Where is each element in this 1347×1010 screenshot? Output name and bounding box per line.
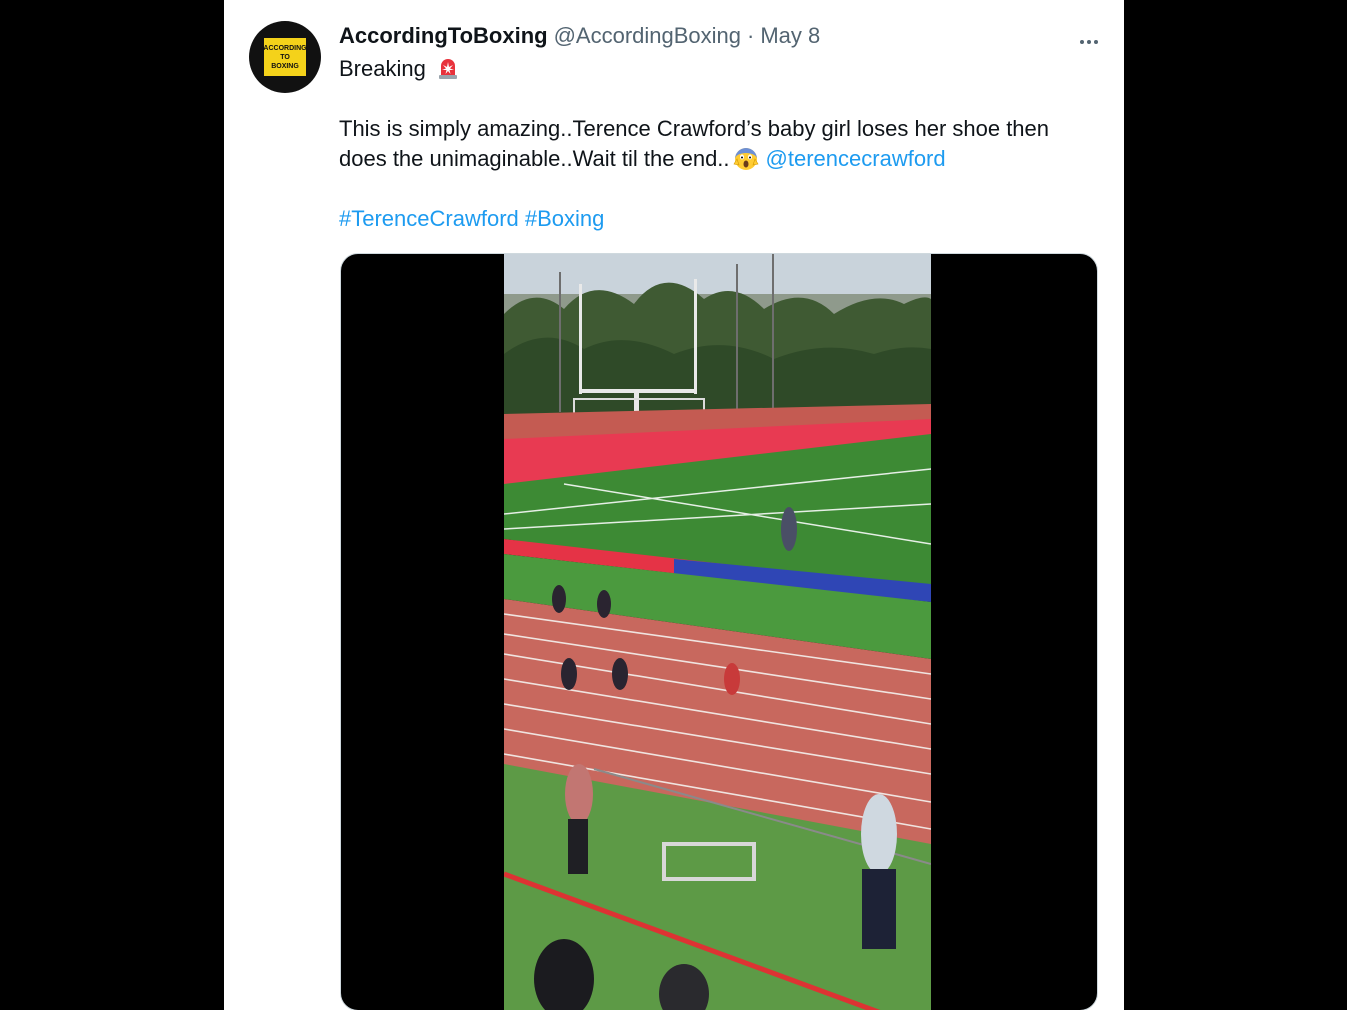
tweet-line-2: This is simply amazing..Terence Crawford…	[339, 116, 1050, 141]
tweet-text: Breaking This is simply amazing..Terence…	[339, 54, 1079, 234]
face-screaming-emoji-icon	[733, 148, 759, 170]
author-display-name[interactable]: AccordingToBoxing	[339, 23, 548, 49]
avatar-text-3: BOXING	[271, 62, 299, 70]
hashtag-boxing-link[interactable]: #Boxing	[525, 206, 605, 231]
tweet-line-breaking: Breaking	[339, 54, 1079, 84]
tweet-header: AccordingToBoxing @AccordingBoxing · May…	[339, 20, 1104, 52]
avatar-text-2: TO	[280, 53, 290, 61]
hashtag-terencecrawford-link[interactable]: #TerenceCrawford	[339, 206, 519, 231]
tweet-date[interactable]: May 8	[760, 23, 820, 49]
tweet-video[interactable]	[340, 253, 1098, 1010]
more-options-button[interactable]	[1074, 22, 1104, 52]
police-light-emoji-icon	[438, 59, 457, 79]
tweet-line-3-text: does the unimaginable..Wait til the end.…	[339, 146, 730, 171]
separator-dot: ·	[747, 23, 755, 48]
author-handle[interactable]: @AccordingBoxing	[554, 23, 741, 49]
mention-link[interactable]: @terencecrawford	[766, 146, 946, 171]
video-frame-track-scene	[504, 254, 931, 1010]
hashtags: #TerenceCrawford #Boxing	[339, 204, 1079, 234]
tweet-line-3: does the unimaginable..Wait til the end.…	[339, 144, 1079, 174]
according-to-boxing-logo: ACCORDING TO BOXING	[263, 38, 307, 76]
tweet-card[interactable]: ACCORDING TO BOXING AccordingToBoxing @A…	[224, 0, 1124, 1010]
author-avatar[interactable]: ACCORDING TO BOXING	[249, 21, 321, 93]
more-options-icon	[1079, 24, 1100, 50]
breaking-text: Breaking	[339, 56, 426, 81]
avatar-text-1: ACCORDING	[263, 44, 307, 52]
